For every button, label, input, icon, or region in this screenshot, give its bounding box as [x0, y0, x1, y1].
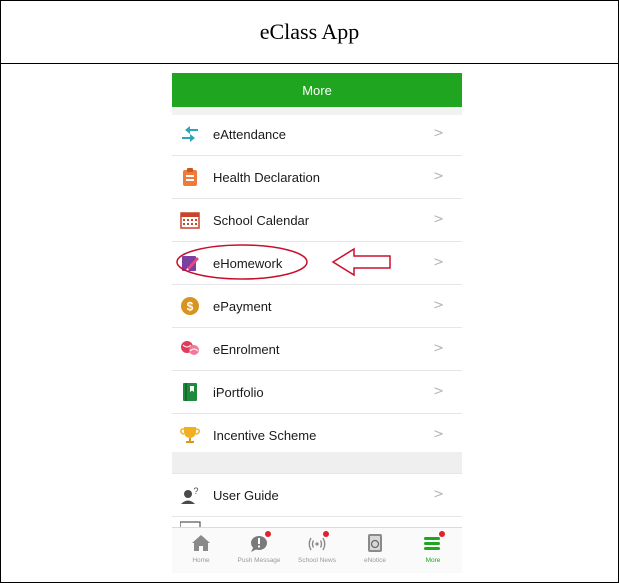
- menu-item-label: Incentive Scheme: [213, 427, 317, 443]
- menu-item-label: eEnrolment: [213, 341, 280, 357]
- menu-item-label: eAttendance: [213, 126, 287, 142]
- broadcast-icon: [306, 531, 329, 554]
- notification-badge: [265, 531, 271, 537]
- homework-pencil-icon: [180, 253, 200, 273]
- chevron-right-icon: >: [433, 126, 444, 141]
- trophy-icon: [180, 425, 200, 445]
- tab-more[interactable]: More: [404, 528, 462, 573]
- push-message-icon: [248, 531, 271, 554]
- menu-item-label: iPortfolio: [213, 384, 264, 400]
- tab-home[interactable]: Home: [172, 528, 230, 573]
- menu-item-label: eHomework: [213, 255, 283, 271]
- home-icon: [190, 532, 212, 554]
- chevron-right-icon: >: [433, 298, 444, 313]
- menu-item-eattendance[interactable]: eAttendance >: [172, 113, 462, 156]
- user-help-icon: ?: [180, 485, 200, 505]
- portfolio-book-icon: [180, 382, 200, 402]
- menu-item-label: User Guide: [213, 487, 279, 503]
- header-title: More: [302, 82, 332, 98]
- tab-label: Home: [192, 557, 210, 564]
- tab-school-news[interactable]: School News: [288, 528, 346, 573]
- menu-item-school-calendar[interactable]: School Calendar >: [172, 199, 462, 242]
- phone-screenshot: More eAttendance > Health Declaration > …: [172, 73, 462, 573]
- chevron-right-icon: >: [433, 341, 444, 356]
- tab-enotice[interactable]: eNotice: [346, 528, 404, 573]
- menu-item-label: School Calendar: [213, 212, 310, 228]
- menu-more-icon: [422, 531, 445, 554]
- calendar-icon: [180, 210, 200, 230]
- chevron-right-icon: >: [433, 255, 444, 270]
- partially-hidden-menu-item: [172, 516, 462, 530]
- menu-item-user-guide[interactable]: ? User Guide >: [172, 473, 462, 517]
- tab-push-message[interactable]: Push Message: [230, 528, 288, 573]
- svg-text:?: ?: [193, 486, 198, 496]
- chevron-right-icon: >: [433, 384, 444, 399]
- enrolment-balls-icon: [180, 339, 200, 359]
- chevron-right-icon: >: [433, 169, 444, 184]
- clipboard-health-icon: [180, 167, 200, 187]
- chevron-right-icon: >: [433, 427, 444, 442]
- document-title: eClass App: [1, 1, 618, 64]
- notification-badge: [323, 531, 329, 537]
- tab-label: eNotice: [363, 557, 387, 564]
- menu-item-health-declaration[interactable]: Health Declaration >: [172, 156, 462, 199]
- menu-item-iportfolio[interactable]: iPortfolio >: [172, 371, 462, 414]
- notification-badge: [439, 531, 445, 537]
- chevron-right-icon: >: [433, 212, 444, 227]
- menu-item-eenrolment[interactable]: eEnrolment >: [172, 328, 462, 371]
- menu-item-epayment[interactable]: $ ePayment >: [172, 285, 462, 328]
- menu-list: eAttendance > Health Declaration > Schoo…: [172, 113, 462, 457]
- menu-item-label: Health Declaration: [213, 169, 320, 185]
- tab-label: More: [425, 557, 441, 564]
- section-spacer: [172, 452, 462, 473]
- tab-label: School News: [298, 557, 336, 564]
- dollar-coin-icon: $: [180, 296, 200, 316]
- chevron-right-icon: >: [433, 487, 444, 502]
- arrows-exchange-icon: [180, 124, 200, 144]
- notice-icon: [364, 532, 386, 554]
- menu-item-label: ePayment: [213, 298, 272, 314]
- menu-item-incentive-scheme[interactable]: Incentive Scheme >: [172, 414, 462, 457]
- svg-text:$: $: [187, 300, 194, 314]
- app-header: More: [172, 73, 462, 107]
- bottom-tab-bar: Home Push Message School News eNotice Mo…: [172, 527, 462, 573]
- menu-item-ehomework[interactable]: eHomework >: [172, 242, 462, 285]
- tab-label: Push Message: [237, 557, 281, 564]
